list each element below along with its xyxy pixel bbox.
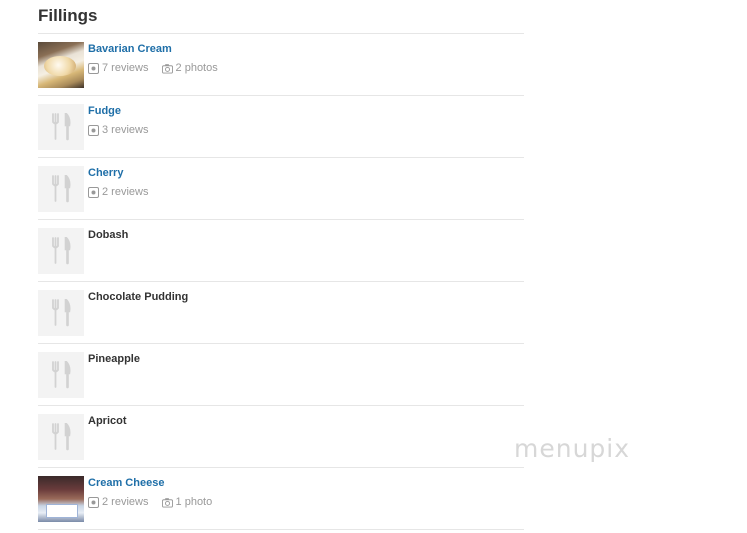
reviews-count[interactable]: 3 reviews: [88, 124, 148, 136]
item-name: Apricot: [88, 415, 127, 427]
placeholder-thumbnail: [38, 104, 84, 150]
divider: [38, 529, 524, 530]
placeholder-thumbnail: [38, 166, 84, 212]
reviews-text: 2 reviews: [102, 186, 149, 198]
item-meta: 2 reviews: [88, 186, 158, 201]
item-name-link[interactable]: Fudge: [88, 105, 121, 117]
review-icon: [88, 62, 99, 74]
fork-knife-icon: [52, 299, 71, 327]
reviews-count[interactable]: 7 reviews: [88, 62, 148, 74]
reviews-count[interactable]: 2 reviews: [88, 496, 148, 508]
item-name-link[interactable]: Bavarian Cream: [88, 43, 172, 55]
item-photo-thumbnail[interactable]: [38, 476, 84, 522]
list-item: Bavarian Cream 7 reviews 2 photos: [38, 34, 524, 95]
item-meta: 3 reviews: [88, 124, 158, 139]
reviews-count[interactable]: 2 reviews: [88, 186, 148, 198]
placeholder-thumbnail: [38, 228, 84, 274]
camera-icon: [161, 497, 173, 508]
fork-knife-icon: [52, 237, 71, 265]
fork-knife-icon: [52, 113, 71, 141]
item-name-link[interactable]: Cream Cheese: [88, 477, 164, 489]
item-name: Pineapple: [88, 353, 140, 365]
list-item: Chocolate Pudding: [38, 282, 524, 343]
photos-text: 1 photo: [175, 496, 213, 508]
fork-knife-icon: [52, 175, 71, 203]
item-name: Chocolate Pudding: [88, 291, 189, 303]
photos-text: 2 photos: [175, 62, 218, 74]
menupix-watermark: menupix: [514, 434, 631, 463]
review-icon: [88, 496, 99, 508]
section-title: Fillings: [38, 6, 98, 25]
list-item: Cherry 2 reviews: [38, 158, 524, 219]
camera-icon: [161, 63, 173, 74]
item-name-link[interactable]: Cherry: [88, 167, 123, 179]
list-item: Pineapple: [38, 344, 524, 405]
list-item: Dobash: [38, 220, 524, 281]
review-icon: [88, 124, 99, 136]
reviews-text: 7 reviews: [102, 62, 149, 74]
fork-knife-icon: [52, 361, 71, 389]
reviews-text: 3 reviews: [102, 124, 149, 136]
review-icon: [88, 186, 99, 198]
placeholder-thumbnail: [38, 352, 84, 398]
fork-knife-icon: [52, 423, 71, 451]
placeholder-thumbnail: [38, 414, 84, 460]
list-item: Cream Cheese 2 reviews 1 photo: [38, 468, 524, 529]
photos-count[interactable]: 1 photo: [161, 496, 213, 508]
item-name: Dobash: [88, 229, 129, 241]
reviews-text: 2 reviews: [102, 496, 149, 508]
item-meta: 7 reviews 2 photos: [88, 62, 228, 77]
photos-count[interactable]: 2 photos: [161, 62, 218, 74]
placeholder-thumbnail: [38, 290, 84, 336]
list-item: Apricot: [38, 406, 524, 467]
fillings-list: Bavarian Cream 7 reviews 2 photos Fudge …: [38, 33, 524, 530]
item-photo-thumbnail[interactable]: [38, 42, 84, 88]
item-meta: 2 reviews 1 photo: [88, 496, 222, 511]
list-item: Fudge 3 reviews: [38, 96, 524, 157]
